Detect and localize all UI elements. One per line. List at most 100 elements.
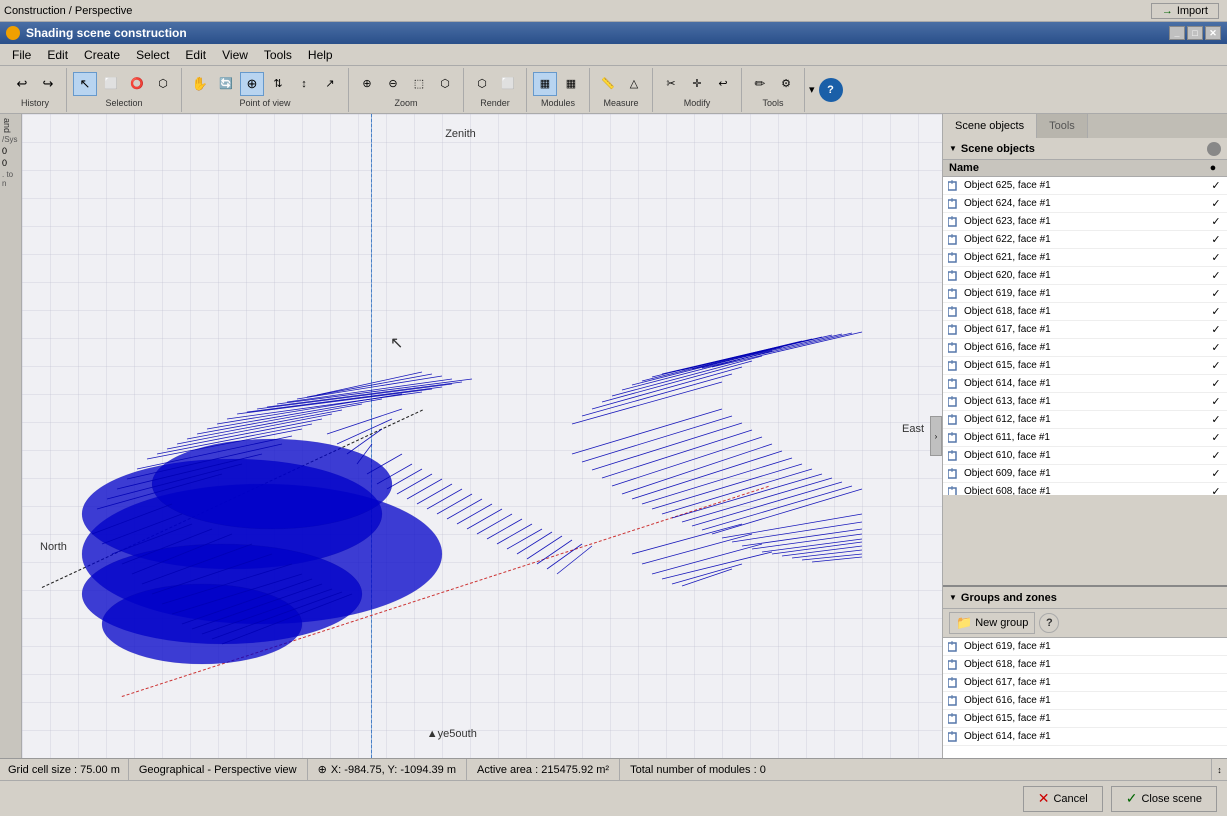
obj-link-icon bbox=[947, 413, 961, 427]
menu-edit2[interactable]: Edit bbox=[177, 46, 214, 64]
close-button[interactable]: ✕ bbox=[1205, 26, 1221, 40]
grp-row[interactable]: Object 614, face #1 bbox=[943, 728, 1227, 746]
grp-name: Object 616, face #1 bbox=[964, 695, 1223, 706]
obj-row[interactable]: Object 612, face #1 ✓ bbox=[943, 411, 1227, 429]
scene-objects-arrow: ▼ bbox=[949, 144, 957, 153]
pan-tool[interactable]: ✋ bbox=[188, 72, 212, 96]
grp-row[interactable]: Object 615, face #1 bbox=[943, 710, 1227, 728]
menu-file[interactable]: File bbox=[4, 46, 39, 64]
orbit-tool[interactable]: 🔄 bbox=[214, 72, 238, 96]
groups-arrow: ▼ bbox=[949, 593, 957, 602]
obj-row[interactable]: Object 616, face #1 ✓ bbox=[943, 339, 1227, 357]
obj-row[interactable]: Object 619, face #1 ✓ bbox=[943, 285, 1227, 303]
zoom-fit-button[interactable]: ⬚ bbox=[407, 72, 431, 96]
obj-check: ✓ bbox=[1209, 179, 1223, 192]
poly-select-tool[interactable]: ⬡ bbox=[151, 72, 175, 96]
groups-zones-section: ▼ Groups and zones 📁 New group ? bbox=[943, 585, 1227, 758]
obj-link-icon bbox=[947, 233, 961, 247]
help-button[interactable]: ? bbox=[819, 78, 843, 102]
obj-row[interactable]: Object 608, face #1 ✓ bbox=[943, 483, 1227, 495]
cancel-button[interactable]: ✕ Cancel bbox=[1023, 786, 1103, 812]
obj-row[interactable]: Object 620, face #1 ✓ bbox=[943, 267, 1227, 285]
obj-row[interactable]: Object 611, face #1 ✓ bbox=[943, 429, 1227, 447]
obj-row[interactable]: Object 621, face #1 ✓ bbox=[943, 249, 1227, 267]
grp-row[interactable]: Object 617, face #1 bbox=[943, 674, 1227, 692]
obj-row[interactable]: Object 618, face #1 ✓ bbox=[943, 303, 1227, 321]
measure-btn2[interactable]: △ bbox=[622, 72, 646, 96]
right-panel: Scene objects Tools ▼ Scene objects Name… bbox=[942, 114, 1227, 758]
menu-help[interactable]: Help bbox=[300, 46, 341, 64]
modules-btn2[interactable]: ▦ bbox=[559, 72, 583, 96]
groups-list[interactable]: Object 619, face #1 Object 618, face #1 … bbox=[943, 638, 1227, 758]
modify-label: Modify bbox=[684, 98, 711, 108]
pov-btn5[interactable]: ↕ bbox=[292, 72, 316, 96]
tools-btn1[interactable]: ✏ bbox=[748, 72, 772, 96]
col-visibility-icon: ● bbox=[1205, 162, 1221, 174]
obj-row[interactable]: Object 623, face #1 ✓ bbox=[943, 213, 1227, 231]
toolbar-dropdown-arrow[interactable]: ▾ bbox=[809, 83, 815, 96]
rect-select-tool[interactable]: ⬜ bbox=[99, 72, 123, 96]
lasso-tool[interactable]: ⭕ bbox=[125, 72, 149, 96]
zoom-box-button[interactable]: ⬡ bbox=[433, 72, 457, 96]
status-modules: Total number of modules : 0 bbox=[620, 759, 1211, 780]
zoom-out-button[interactable]: ⊖ bbox=[381, 72, 405, 96]
groups-help-button[interactable]: ? bbox=[1039, 613, 1059, 633]
import-button[interactable]: → Import bbox=[1151, 3, 1219, 19]
obj-row[interactable]: Object 609, face #1 ✓ bbox=[943, 465, 1227, 483]
objects-list[interactable]: Object 625, face #1 ✓ Object 624, face #… bbox=[943, 177, 1227, 495]
grp-link-icon bbox=[947, 658, 961, 672]
modify-btn3[interactable]: ↩ bbox=[711, 72, 735, 96]
pov-btn6[interactable]: ↗ bbox=[318, 72, 342, 96]
red-axis-line bbox=[122, 486, 769, 698]
modify-btn1[interactable]: ✂ bbox=[659, 72, 683, 96]
groups-zones-header[interactable]: ▼ Groups and zones bbox=[943, 587, 1227, 609]
grp-row[interactable]: Object 616, face #1 bbox=[943, 692, 1227, 710]
obj-row[interactable]: Object 624, face #1 ✓ bbox=[943, 195, 1227, 213]
modify-btn2[interactable]: ✛ bbox=[685, 72, 709, 96]
obj-link-icon bbox=[947, 215, 961, 229]
obj-link-icon bbox=[947, 359, 961, 373]
obj-name: Object 625, face #1 bbox=[964, 180, 1209, 191]
tabs-row: Scene objects Tools bbox=[943, 114, 1227, 138]
path-label: Construction / Perspective bbox=[4, 5, 132, 17]
render-3d-button[interactable]: ⬡ bbox=[470, 72, 494, 96]
close-scene-button[interactable]: ✓ Close scene bbox=[1111, 786, 1217, 812]
grp-row[interactable]: Object 618, face #1 bbox=[943, 656, 1227, 674]
obj-check: ✓ bbox=[1209, 413, 1223, 426]
obj-row[interactable]: Object 625, face #1 ✓ bbox=[943, 177, 1227, 195]
modules-btn1[interactable]: ▦ bbox=[533, 72, 557, 96]
toolbar: ↩ ↪ History ↖ ⬜ ⭕ ⬡ Selection ✋ 🔄 ⊕ ⇅ ↕ … bbox=[0, 66, 1227, 114]
pov-active[interactable]: ⊕ bbox=[240, 72, 264, 96]
3d-scene-svg bbox=[22, 114, 942, 758]
new-group-button[interactable]: 📁 New group bbox=[949, 612, 1035, 634]
tab-scene-objects[interactable]: Scene objects bbox=[943, 114, 1037, 138]
grp-row[interactable]: Object 619, face #1 bbox=[943, 638, 1227, 656]
menu-create[interactable]: Create bbox=[76, 46, 128, 64]
zoom-in-button[interactable]: ⊕ bbox=[355, 72, 379, 96]
menu-select[interactable]: Select bbox=[128, 46, 177, 64]
tools-btn2[interactable]: ⚙ bbox=[774, 72, 798, 96]
maximize-button[interactable]: □ bbox=[1187, 26, 1203, 40]
pov-btn4[interactable]: ⇅ bbox=[266, 72, 290, 96]
render-2d-button[interactable]: ⬜ bbox=[496, 72, 520, 96]
measure-btn1[interactable]: 📏 bbox=[596, 72, 620, 96]
menu-tools[interactable]: Tools bbox=[256, 46, 300, 64]
obj-row[interactable]: Object 615, face #1 ✓ bbox=[943, 357, 1227, 375]
menu-edit[interactable]: Edit bbox=[39, 46, 76, 64]
grp-link-icon bbox=[947, 730, 961, 744]
left-panel: and /Sys 0 0 . to n bbox=[0, 114, 22, 758]
obj-row[interactable]: Object 614, face #1 ✓ bbox=[943, 375, 1227, 393]
scene-objects-header[interactable]: ▼ Scene objects bbox=[943, 138, 1227, 160]
redo-button[interactable]: ↪ bbox=[36, 72, 60, 96]
undo-button[interactable]: ↩ bbox=[10, 72, 34, 96]
minimize-button[interactable]: _ bbox=[1169, 26, 1185, 40]
obj-row[interactable]: Object 613, face #1 ✓ bbox=[943, 393, 1227, 411]
obj-row[interactable]: Object 610, face #1 ✓ bbox=[943, 447, 1227, 465]
obj-link-icon bbox=[947, 269, 961, 283]
viewport-scroll-arrow[interactable]: › bbox=[930, 416, 942, 456]
tab-tools[interactable]: Tools bbox=[1037, 114, 1088, 138]
cursor-tool[interactable]: ↖ bbox=[73, 72, 97, 96]
obj-row[interactable]: Object 622, face #1 ✓ bbox=[943, 231, 1227, 249]
menu-view[interactable]: View bbox=[214, 46, 256, 64]
obj-row[interactable]: Object 617, face #1 ✓ bbox=[943, 321, 1227, 339]
